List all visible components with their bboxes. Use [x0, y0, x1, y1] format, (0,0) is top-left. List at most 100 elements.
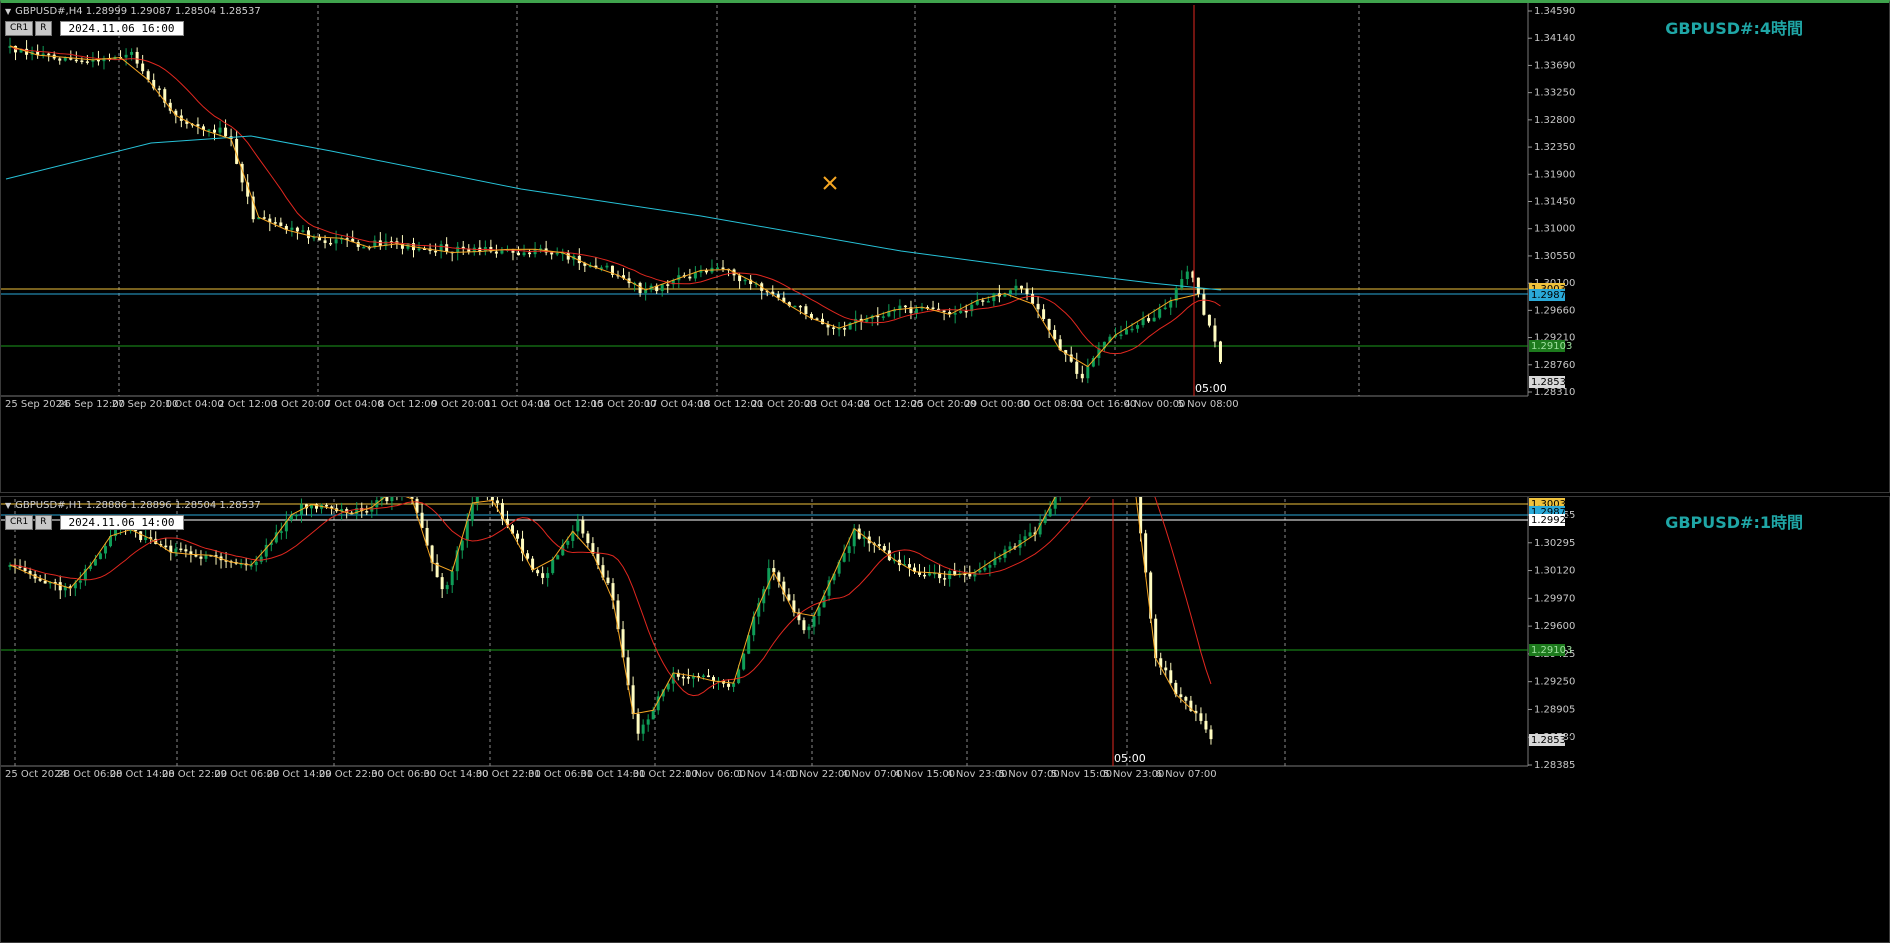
candle-body — [832, 327, 836, 329]
h4-datetime-field[interactable]: 2024.11.06 16:00 — [59, 21, 184, 36]
price-tick-label: 1.30295 — [1534, 538, 1575, 549]
zigzag-line — [9, 45, 1199, 368]
candle-body — [184, 549, 188, 552]
time-tick-label: 5 Nov 08:00 — [1178, 399, 1239, 410]
candle-body — [843, 328, 847, 330]
h1-symbol-title: GBPUSD#:1時間 — [1665, 513, 1803, 532]
candle-body — [1199, 713, 1203, 721]
candle-body — [738, 275, 742, 282]
h1-chart-window[interactable]: 1.304651.302951.301201.299701.296001.294… — [0, 496, 1890, 943]
price-tick-label: 1.28905 — [1534, 704, 1575, 715]
candle-body — [74, 59, 78, 62]
candle-body — [440, 577, 444, 590]
h4-price-plot[interactable]: 1.34590 1.34140 1.33690 1.33250 1.32800 1.323… — [1, 3, 1890, 493]
candle-body — [157, 88, 161, 90]
candle-body — [715, 267, 719, 270]
candle-body — [301, 230, 305, 232]
candle-body — [1185, 271, 1189, 280]
candle-body — [1008, 290, 1012, 294]
candle-body — [693, 272, 697, 279]
h1-datetime-field[interactable]: 2024.11.06 14:00 — [59, 515, 184, 530]
candle-body — [636, 713, 640, 734]
candle-body — [686, 676, 690, 679]
candle-body — [262, 217, 266, 219]
candle-body — [847, 546, 851, 554]
candle-body — [1202, 294, 1206, 315]
collapse-triangle-icon[interactable]: ▼ — [5, 7, 11, 16]
candle-body — [1053, 329, 1057, 340]
candle-body — [1086, 366, 1090, 379]
candle-body — [923, 574, 927, 577]
candle-body — [179, 548, 183, 551]
candle-body — [536, 570, 540, 574]
candle-body — [490, 497, 494, 501]
candle-body — [727, 683, 731, 687]
candle-body — [1213, 325, 1217, 342]
candle-body — [124, 54, 128, 58]
candle-body — [914, 308, 918, 314]
candle-body — [47, 53, 51, 56]
candle-body — [732, 683, 736, 687]
candle-body — [556, 555, 560, 560]
h4-chart-window[interactable]: 1.34590 1.34140 1.33690 1.33250 1.32800 1.323… — [0, 0, 1890, 493]
candle-body — [329, 242, 333, 245]
candle-body — [1209, 729, 1213, 740]
price-tick-label: 1.32800 — [1534, 115, 1575, 126]
price-tick-label: 1.31000 — [1534, 224, 1575, 235]
candle-body — [1179, 694, 1183, 698]
candle-body — [141, 63, 145, 72]
candle-body — [881, 316, 885, 318]
candle-body — [365, 511, 369, 513]
collapse-triangle-icon[interactable]: ▼ — [5, 501, 11, 510]
candle-body — [85, 61, 89, 63]
candle-body — [1025, 288, 1029, 295]
price-tick-label: 1.29600 — [1534, 621, 1575, 632]
price-tick-label: 1.31900 — [1534, 169, 1575, 180]
candle-body — [204, 555, 208, 559]
cr1-button[interactable]: CR1 — [5, 21, 34, 36]
candle-body — [164, 545, 168, 548]
cr1-button[interactable]: CR1 — [5, 515, 34, 530]
time-tick-label: 9 Oct 20:00 — [431, 399, 490, 410]
candle-body — [742, 653, 746, 670]
time-tick-label: 2 Oct 12:00 — [218, 399, 277, 410]
price-tick-label: 1.28760 — [1534, 360, 1575, 371]
candle-body — [802, 620, 806, 631]
price-tick-label: 1.34140 — [1534, 33, 1575, 44]
candle-body — [306, 230, 310, 239]
candle-body — [706, 675, 710, 678]
crossed-pencil-icon — [823, 176, 837, 190]
candle-body — [807, 626, 811, 631]
candle-body — [586, 533, 590, 544]
candle-body — [130, 51, 134, 55]
candle-body — [1042, 309, 1046, 319]
candle-body — [1008, 546, 1012, 550]
h4-ohlc-text: GBPUSD#,H4 1.28999 1.29087 1.28504 1.285… — [15, 6, 261, 17]
candle-body — [290, 227, 294, 230]
candle-body — [279, 222, 283, 226]
candle-body — [273, 222, 277, 224]
crosshair-time-label: 05:00 — [1114, 752, 1146, 765]
price-level-text: 1.29871 — [1531, 290, 1572, 301]
r-button[interactable]: R — [35, 21, 52, 36]
candle-body — [80, 60, 84, 63]
crosshair-time-label: 05:00 — [1195, 382, 1227, 395]
candle-body — [1130, 328, 1134, 331]
candle-body — [998, 557, 1002, 560]
candle-body — [907, 564, 911, 568]
candle-body — [96, 59, 100, 62]
candle-body — [294, 514, 298, 517]
h4-button-row: CR1 R 2024.11.06 16:00 — [5, 21, 184, 36]
candle-body — [103, 546, 107, 554]
price-tick-label: 1.29970 — [1534, 593, 1575, 604]
candle-body — [516, 533, 520, 539]
price-tick-label: 1.29660 — [1534, 305, 1575, 316]
h1-button-row: CR1 R 2024.11.06 14:00 — [5, 515, 184, 530]
candle-body — [948, 571, 952, 580]
candle-body — [295, 227, 299, 232]
h1-price-plot[interactable]: 1.304651.302951.301201.299701.296001.294… — [1, 497, 1890, 943]
r-button[interactable]: R — [35, 515, 52, 530]
price-level-text: 1.29927 — [1531, 515, 1572, 526]
time-tick-label: 7 Oct 04:00 — [325, 399, 384, 410]
candle-body — [546, 573, 550, 578]
